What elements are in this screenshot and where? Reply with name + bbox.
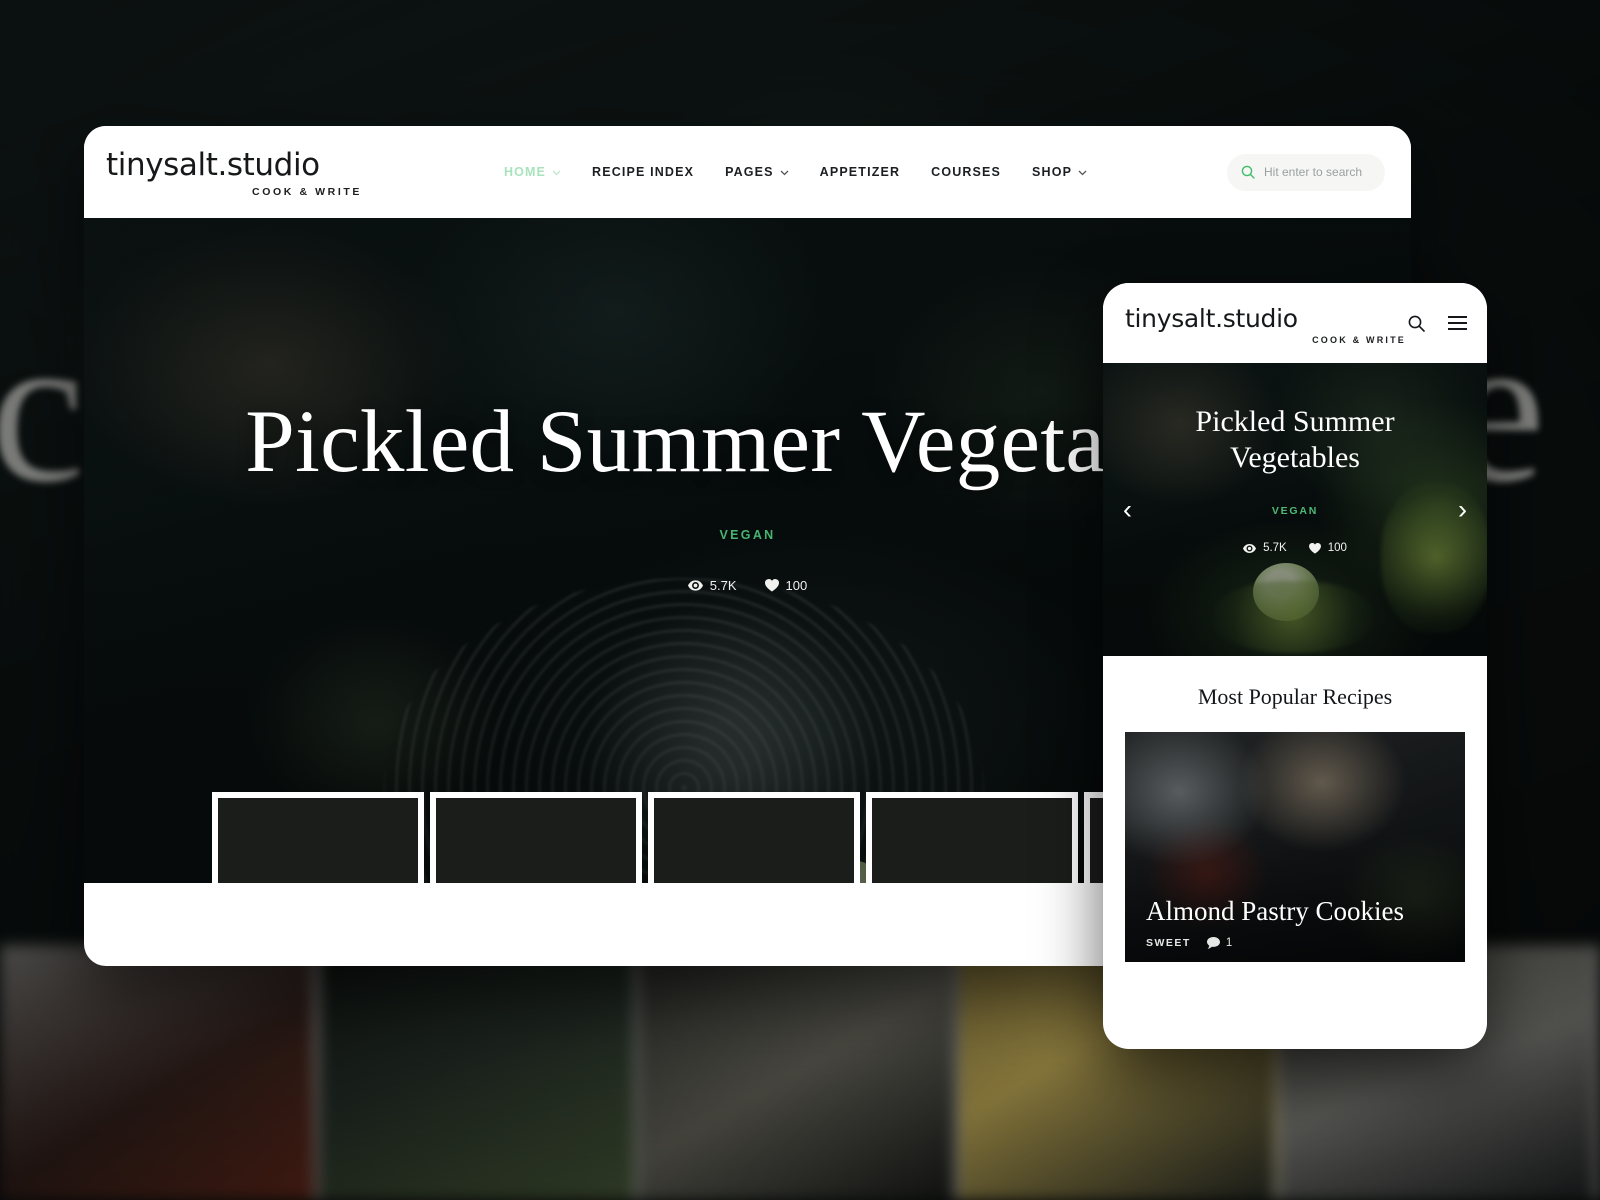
recipe-thumbnail[interactable] [648,792,860,883]
primary-navigation: HOME RECIPE INDEX PAGES APPETIZER COURSE… [364,165,1227,179]
recipe-thumbnail[interactable] [866,792,1078,883]
hamburger-menu-icon[interactable] [1448,316,1467,330]
nav-label: RECIPE INDEX [592,165,695,179]
mobile-hero-carousel: ‹ › Pickled Summer Vegetables VEGAN 5.7K [1103,363,1487,656]
mobile-logo-wordmark: tinysalt.studio [1125,303,1298,333]
nav-label: COURSES [931,165,1002,179]
nav-label: HOME [503,165,547,179]
nav-item-recipe-index[interactable]: RECIPE INDEX [592,165,694,179]
mobile-site-logo[interactable]: tinysalt.studio COOK & WRITE [1125,302,1408,345]
mobile-section-title: Most Popular Recipes [1103,656,1487,732]
nav-label: APPETIZER [819,165,901,179]
chevron-down-icon [552,170,561,176]
eye-icon [1243,543,1257,553]
nav-item-courses[interactable]: COURSES [931,165,1001,179]
nav-item-appetizer[interactable]: APPETIZER [820,165,901,179]
mobile-hero-title-line1: Pickled Summer [1195,405,1395,438]
chevron-down-icon [1078,170,1087,176]
search-icon[interactable] [1408,315,1425,332]
recipe-card-category[interactable]: SWEET [1146,937,1191,949]
mobile-header: tinysalt.studio COOK & WRITE [1103,283,1487,363]
search-icon [1241,165,1255,179]
nav-item-pages[interactable]: PAGES [725,165,789,179]
site-logo[interactable]: tinysalt.studio COOK & WRITE [106,146,364,199]
heart-icon [1308,542,1321,554]
recipe-card-comment-count: 1 [1225,937,1233,949]
mobile-logo-tagline: COOK & WRITE [1312,334,1406,345]
mobile-mockup: tinysalt.studio COOK & WRITE ‹ › Pickled… [1103,283,1487,1049]
hero-stats: 5.7K 100 [687,577,808,593]
nav-item-home[interactable]: HOME [504,165,561,179]
view-count-value: 5.7K [709,577,737,593]
nav-item-shop[interactable]: SHOP [1032,165,1087,179]
logo-tagline: COOK & WRITE [252,186,362,198]
search-box[interactable] [1227,153,1385,191]
mobile-hero-title-line2: Vegetables [1230,441,1360,474]
recipe-card-body: Almond Pastry Cookies SWEET 1 [1146,897,1445,949]
mobile-view-count-value: 5.7K [1263,542,1287,554]
logo-wordmark: tinysalt.studio [106,147,320,183]
comment-icon [1206,937,1220,949]
mobile-hero-category[interactable]: VEGAN [1272,505,1318,517]
chevron-down-icon [780,170,789,176]
hero-title: Pickled Summer Vegetables [245,393,1250,491]
desktop-header: tinysalt.studio COOK & WRITE HOME RECIPE… [84,126,1411,218]
recipe-thumbnail[interactable] [430,792,642,883]
mobile-header-actions [1408,315,1467,332]
mobile-hero-stats: 5.7K 100 [1243,542,1347,554]
mobile-hero-title: Pickled Summer Vegetables [1160,404,1430,476]
view-count: 5.7K [687,577,737,593]
recipe-card-title: Almond Pastry Cookies [1146,896,1405,927]
nav-label: SHOP [1032,165,1073,179]
nav-label: PAGES [725,165,774,179]
search-input[interactable] [1264,165,1371,179]
eye-icon [687,579,703,591]
heart-icon [764,578,779,592]
like-count: 100 [764,577,808,593]
like-count-value: 100 [785,577,808,593]
popular-recipe-card[interactable]: Almond Pastry Cookies SWEET 1 [1125,732,1465,962]
recipe-thumbnail[interactable] [212,792,424,883]
mobile-like-count: 100 [1308,542,1347,554]
mobile-like-count-value: 100 [1327,542,1347,554]
recipe-card-meta: SWEET 1 [1146,937,1445,949]
recipe-card-comments: 1 [1206,937,1233,949]
mobile-view-count: 5.7K [1243,542,1287,554]
hero-category-label[interactable]: VEGAN [720,528,776,542]
mobile-hero-content: Pickled Summer Vegetables VEGAN 5.7K 100 [1103,363,1487,656]
